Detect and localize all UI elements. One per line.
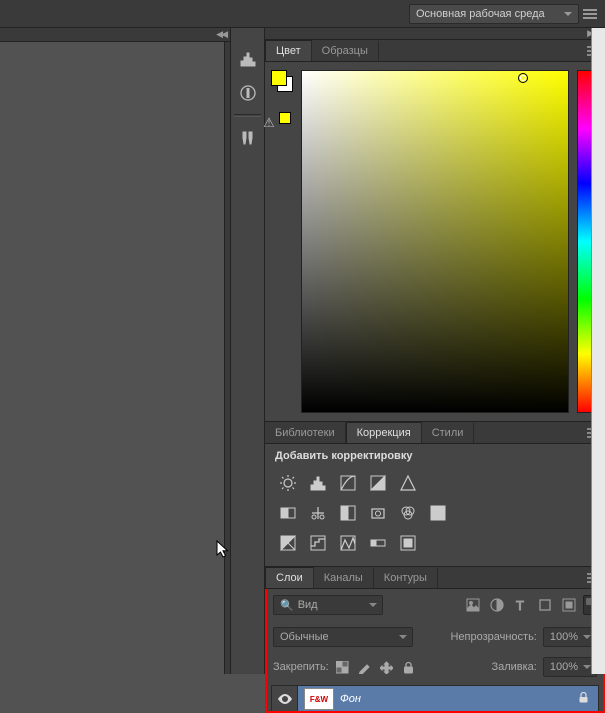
strip-separator	[234, 114, 261, 117]
fg-bg-swatch[interactable]	[271, 70, 293, 92]
canvas-area[interactable]: ◀◀	[0, 28, 231, 674]
lock-all-icon[interactable]	[401, 659, 417, 675]
filter-pixel-icon[interactable]	[465, 597, 481, 613]
tab-adjustments[interactable]: Коррекция	[346, 422, 422, 443]
brightness-contrast-icon[interactable]	[277, 472, 299, 494]
layers-panel-wrap: Слои Каналы Контуры 🔍 Вид T	[265, 567, 605, 713]
layer-lock-icon	[578, 692, 598, 706]
layer-thumbnail[interactable]: F&W	[304, 688, 334, 710]
layer-filter-icons: T	[465, 597, 577, 613]
workspace-menu-icon[interactable]	[583, 7, 597, 21]
filter-smartobject-icon[interactable]	[561, 597, 577, 613]
collapse-arrows-icon: ◀◀	[216, 29, 226, 40]
tab-swatches[interactable]: Образцы	[312, 41, 379, 61]
posterize-icon[interactable]	[307, 532, 329, 554]
color-field[interactable]	[301, 70, 569, 413]
fg-color-swatch[interactable]	[271, 70, 287, 86]
svg-text:T: T	[516, 598, 524, 612]
layer-filter-dropdown[interactable]: 🔍 Вид	[273, 595, 383, 615]
top-toolbar: Основная рабочая среда	[0, 0, 605, 28]
layer-row[interactable]: F&W Фон	[271, 685, 599, 713]
exposure-icon[interactable]	[367, 472, 389, 494]
color-panel-tabs: Цвет Образцы	[265, 40, 605, 62]
layer-filter-label: Вид	[298, 599, 318, 611]
layer-visibility-toggle[interactable]	[272, 686, 298, 712]
color-lookup-icon[interactable]	[427, 502, 449, 524]
mouse-cursor	[216, 540, 232, 563]
histogram-icon[interactable]	[235, 46, 261, 72]
gamut-swatch[interactable]	[279, 112, 301, 134]
fill-value: 100%	[550, 661, 578, 673]
layer-filter-row: 🔍 Вид T	[265, 589, 605, 621]
adjustments-panel-tabs: Библиотеки Коррекция Стили	[265, 422, 605, 444]
blend-opacity-row: Обычные Непрозрачность: 100%	[265, 621, 605, 653]
search-icon: 🔍	[280, 599, 294, 612]
adjustments-title: Добавить корректировку	[265, 444, 605, 468]
levels-icon[interactable]	[307, 472, 329, 494]
tab-libraries[interactable]: Библиотеки	[265, 423, 346, 443]
tab-color[interactable]: Цвет	[265, 40, 312, 61]
panels-column: ▶▶ Цвет Образцы ⚠	[265, 28, 605, 674]
gradient-map-icon[interactable]	[367, 532, 389, 554]
tab-paths[interactable]: Контуры	[374, 568, 438, 588]
adjustments-row-3	[265, 528, 605, 558]
adjustments-row-1	[265, 468, 605, 498]
tab-channels[interactable]: Каналы	[314, 568, 374, 588]
gamut-color	[279, 112, 291, 124]
threshold-icon[interactable]	[337, 532, 359, 554]
black-white-icon[interactable]	[337, 502, 359, 524]
filter-shape-icon[interactable]	[537, 597, 553, 613]
opacity-value: 100%	[550, 631, 578, 643]
opacity-label: Непрозрачность:	[450, 631, 536, 643]
tab-layers[interactable]: Слои	[265, 567, 314, 588]
invert-icon[interactable]	[277, 532, 299, 554]
gamut-warning-icon[interactable]: ⚠	[263, 115, 275, 131]
layer-name[interactable]: Фон	[340, 693, 578, 705]
blend-mode-dropdown[interactable]: Обычные	[273, 627, 413, 647]
mini-panel-strip	[231, 28, 265, 674]
lock-position-icon[interactable]	[379, 659, 395, 675]
opacity-input[interactable]: 100%	[543, 627, 597, 647]
blend-mode-value: Обычные	[280, 631, 329, 643]
filter-adjustment-icon[interactable]	[489, 597, 505, 613]
layers-panel-tabs: Слои Каналы Контуры	[265, 567, 605, 589]
lock-fill-row: Закрепить: Заливка: 100%	[265, 653, 605, 681]
color-balance-icon[interactable]	[307, 502, 329, 524]
adjustments-panel: Добавить корректировку	[265, 444, 605, 567]
hue-saturation-icon[interactable]	[277, 502, 299, 524]
lock-label: Закрепить:	[273, 661, 329, 673]
vibrance-icon[interactable]	[397, 472, 419, 494]
filter-type-icon[interactable]: T	[513, 597, 529, 613]
canvas-collapse-bar[interactable]: ◀◀	[0, 28, 230, 42]
photo-filter-icon[interactable]	[367, 502, 389, 524]
layers-panel: 🔍 Вид T Обычные	[265, 589, 605, 713]
lock-pixels-icon[interactable]	[357, 659, 373, 675]
curves-icon[interactable]	[337, 472, 359, 494]
channel-mixer-icon[interactable]	[397, 502, 419, 524]
panels-collapse-bar[interactable]: ▶▶	[265, 28, 605, 40]
lock-transparency-icon[interactable]	[335, 659, 351, 675]
brushes-icon[interactable]	[235, 125, 261, 151]
adjustments-row-2	[265, 498, 605, 528]
tab-styles[interactable]: Стили	[422, 423, 475, 443]
lock-icons	[335, 659, 417, 675]
color-swatches-column: ⚠	[265, 62, 299, 421]
info-icon[interactable]	[235, 80, 261, 106]
color-field-cursor	[518, 73, 528, 83]
right-window-edge	[591, 28, 605, 674]
fill-label: Заливка:	[491, 661, 536, 673]
fill-input[interactable]: 100%	[543, 657, 597, 677]
color-panel: ⚠	[265, 62, 605, 422]
workspace-dropdown[interactable]: Основная рабочая среда	[409, 4, 579, 24]
workspace-label: Основная рабочая среда	[416, 8, 545, 20]
selective-color-icon[interactable]	[397, 532, 419, 554]
canvas-gutter	[224, 42, 230, 674]
